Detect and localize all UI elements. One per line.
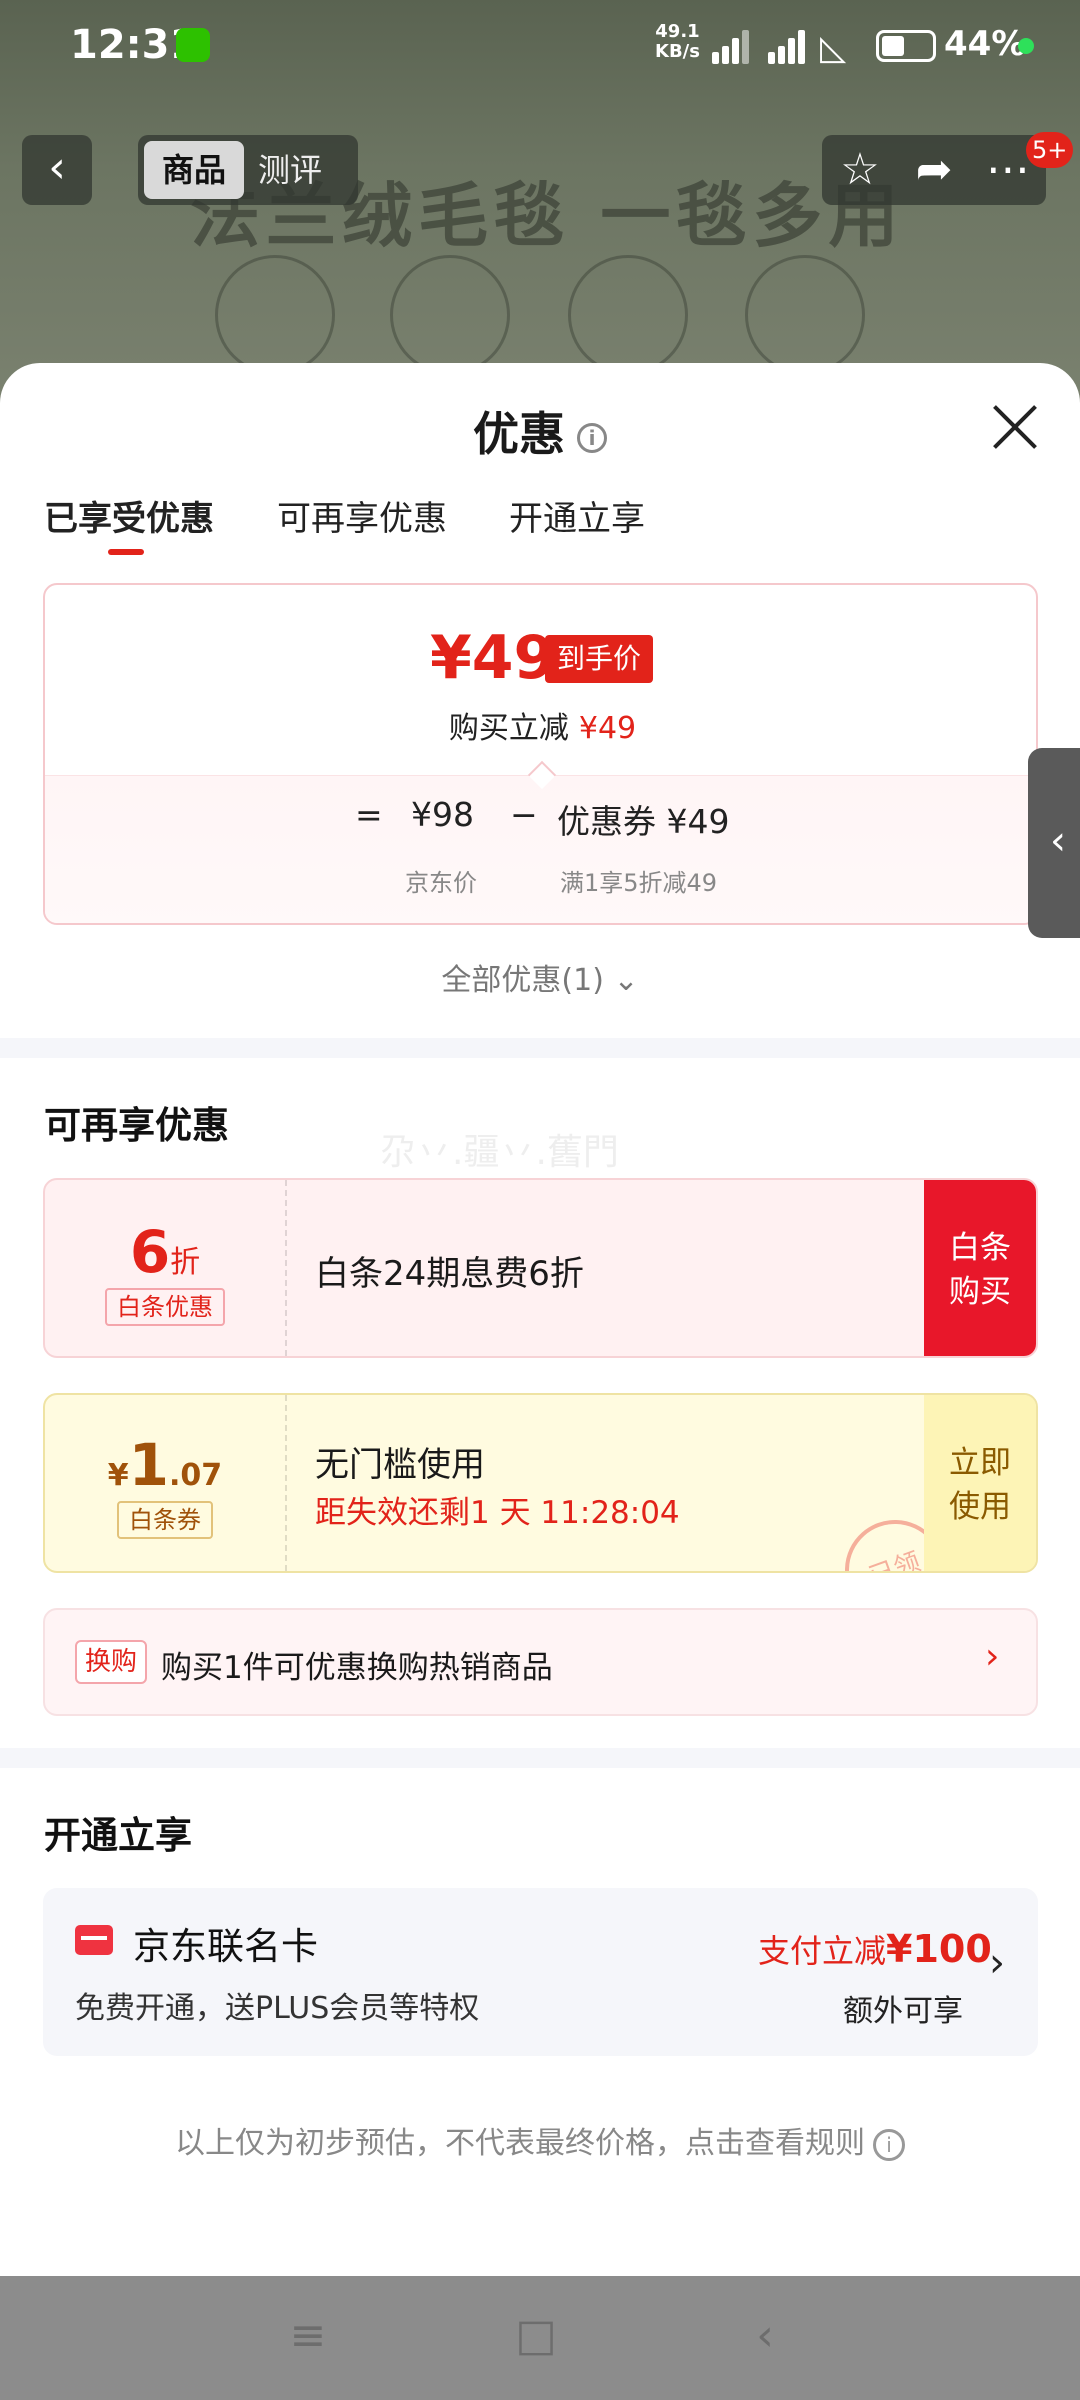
- baitiao-coupon-card: ¥1.07 白条券 无门槛使用 距失效还剩1 天 11:28:04 已领 立即 …: [43, 1393, 1038, 1573]
- battery-level: 44%: [944, 24, 1026, 64]
- banner-illustration: [568, 255, 688, 375]
- banner-illustration: [215, 255, 335, 375]
- product-tabs: 商品 测评: [138, 135, 358, 205]
- use-now-button[interactable]: 立即 使用: [924, 1395, 1036, 1571]
- battery-icon: [876, 30, 936, 62]
- price-formula: = ¥98 − 优惠券 ¥49: [355, 795, 730, 841]
- coupon-text: 无门槛使用: [315, 1445, 485, 1485]
- status-bar: 12:31 49.1 KB/s ◺ 44%: [0, 0, 1080, 90]
- price-card: ¥49 到手价 购买立减 ¥49 = ¥98 − 优惠券 ¥49 京东价 满1享5…: [43, 583, 1038, 925]
- card-desc: 免费开通，送PLUS会员等特权: [75, 1991, 480, 2026]
- exchange-text: 购买1件可优惠换购热销商品: [161, 1650, 553, 1686]
- baitiao-tag: 白条优惠: [105, 1288, 225, 1326]
- tab-product[interactable]: 商品: [144, 141, 244, 199]
- sheet-title: 优惠 i: [0, 398, 1080, 464]
- status-dot: [1018, 38, 1034, 54]
- card-extra: 额外可享: [843, 1994, 963, 2029]
- jd-price: ¥98: [411, 795, 474, 834]
- coupon-tag: 白条券: [117, 1501, 213, 1539]
- offer-text: 白条24期息费6折: [315, 1254, 584, 1294]
- tab-review[interactable]: 测评: [258, 141, 322, 199]
- final-price-tag: 到手价: [545, 635, 654, 683]
- coupon-countdown: 距失效还剩1 天 11:28:04: [315, 1495, 680, 1531]
- close-icon[interactable]: [990, 403, 1040, 453]
- top-actions: ☆ ➦ ⋯: [822, 135, 1046, 205]
- banner-illustration: [390, 255, 510, 375]
- card-name: 京东联名卡: [133, 1925, 318, 1968]
- tab-more[interactable]: 可再享优惠: [277, 491, 447, 540]
- signal-icon: [768, 28, 812, 64]
- banner-illustration: [745, 255, 865, 375]
- product-top-nav: ‹ 商品 测评 ☆ ➦ ⋯: [0, 135, 1080, 205]
- side-expand-tab[interactable]: ‹: [1028, 748, 1080, 938]
- section-title-open: 开通立享: [44, 1814, 192, 1857]
- tab-open[interactable]: 开通立享: [509, 491, 645, 540]
- wechat-notification-icon: [176, 28, 210, 62]
- chevron-right-icon: ›: [989, 1940, 1005, 1986]
- discount-sheet: 优惠 i 已享受优惠 可再享优惠 开通立享 ¥49 到手价 购买立减 ¥49 = ¥…: [0, 363, 1080, 2276]
- coupon-rule: 满1享5折减49: [560, 869, 718, 897]
- home-icon[interactable]: □: [506, 2306, 566, 2366]
- notification-badge: 5+: [1026, 132, 1074, 168]
- card-promo: 支付立减¥100: [758, 1927, 992, 1971]
- favorite-star-icon[interactable]: ☆: [830, 143, 890, 197]
- section-title-more: 可再享优惠: [44, 1104, 229, 1147]
- active-tab-indicator: [108, 549, 144, 555]
- disclaimer[interactable]: 以上仅为初步预估，不代表最终价格，点击查看规则 i: [0, 2118, 1080, 2162]
- baitiao-buy-button[interactable]: 白条 购买: [924, 1180, 1036, 1356]
- menu-icon[interactable]: ≡: [278, 2306, 338, 2366]
- tab-enjoyed[interactable]: 已享受优惠: [44, 491, 214, 540]
- back-button[interactable]: ‹: [22, 135, 92, 205]
- cobrand-card-row[interactable]: 京东联名卡 免费开通，送PLUS会员等特权 支付立减¥100 额外可享 ›: [43, 1888, 1038, 2056]
- credit-card-icon: [75, 1925, 113, 1955]
- exchange-tag: 换购: [75, 1640, 148, 1684]
- watermark: 尕丷.疆丷.舊門: [380, 1132, 619, 1173]
- info-icon[interactable]: i: [577, 422, 607, 453]
- coupon-amount: 优惠券 ¥49: [557, 802, 730, 841]
- wifi-icon: ◺: [820, 28, 847, 68]
- net-speed: 49.1 KB/s: [655, 21, 700, 62]
- jd-price-label: 京东价: [405, 869, 477, 897]
- share-icon[interactable]: ➦: [904, 143, 964, 197]
- chevron-down-icon: ⌄: [613, 963, 639, 998]
- all-discounts-link[interactable]: 全部优惠(1) ⌄: [0, 955, 1080, 999]
- system-nav-bar: ≡ □ ‹: [0, 2276, 1080, 2400]
- back-icon[interactable]: ‹: [735, 2306, 795, 2366]
- signal-icon: [712, 28, 756, 64]
- chevron-right-icon: ›: [985, 1636, 1000, 1677]
- final-price: ¥49: [430, 623, 556, 693]
- baitiao-offer-card: 6折 白条优惠 白条24期息费6折 白条 购买: [43, 1178, 1038, 1358]
- info-icon: i: [873, 2128, 905, 2161]
- reduce-line: 购买立减 ¥49: [448, 711, 637, 746]
- exchange-row[interactable]: 换购 购买1件可优惠换购热销商品 ›: [43, 1608, 1038, 1716]
